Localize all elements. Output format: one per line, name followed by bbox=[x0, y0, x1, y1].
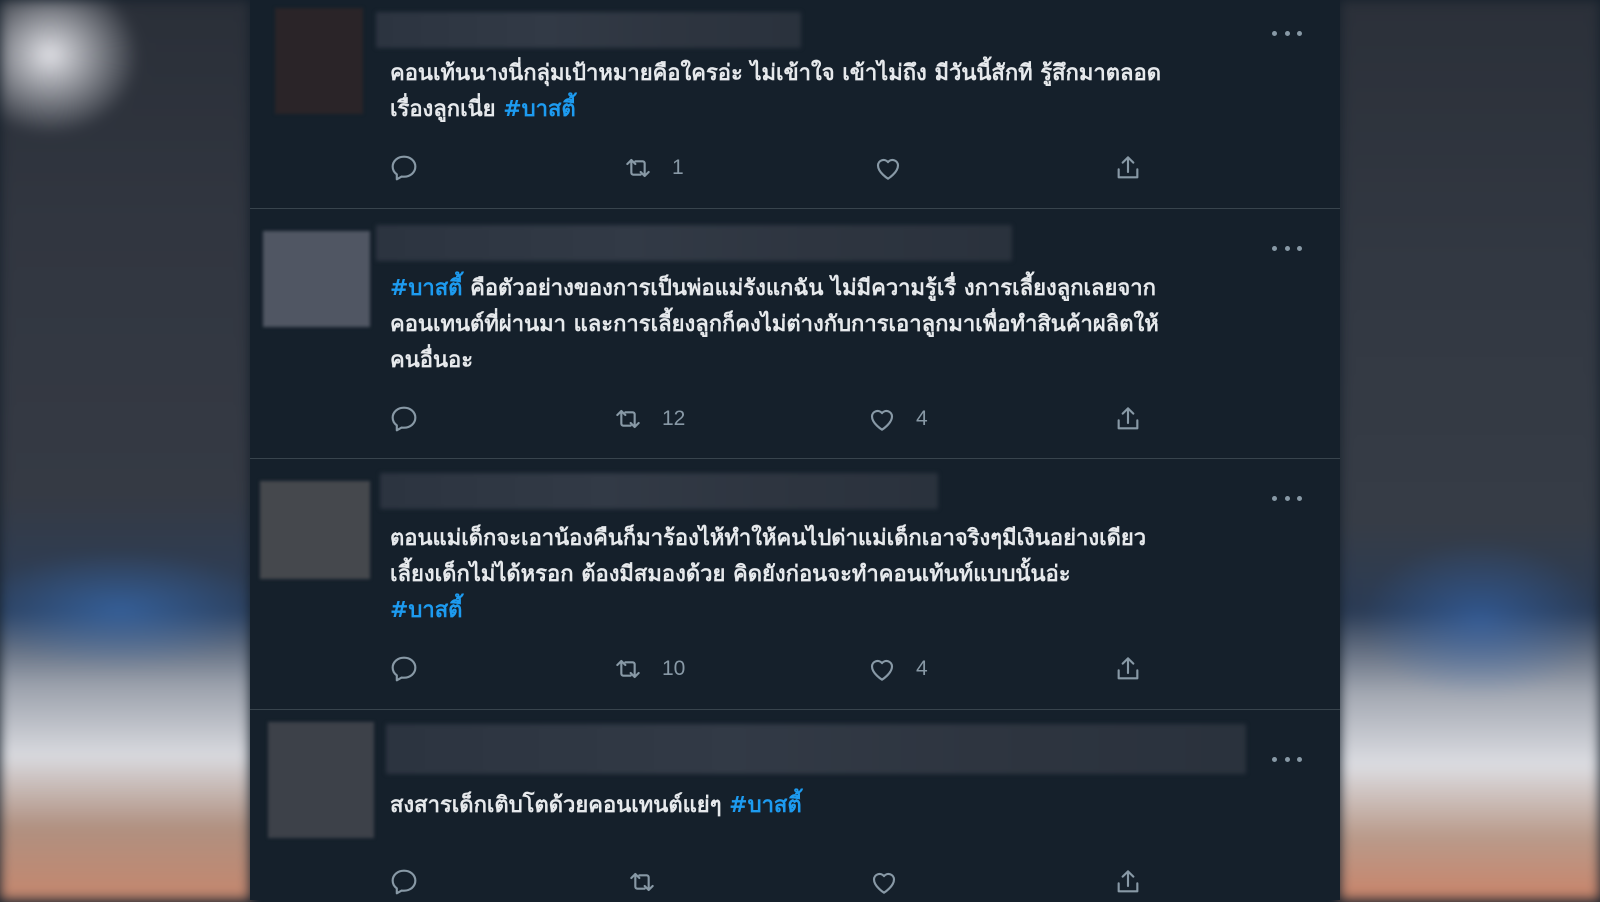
heart-icon bbox=[870, 659, 894, 681]
reply-button[interactable] bbox=[388, 862, 420, 902]
tweet-actions: 10 4 bbox=[390, 649, 1190, 689]
author-name-redacted[interactable] bbox=[386, 724, 1246, 774]
retweet-icon bbox=[626, 158, 650, 178]
retweet-count: 10 bbox=[662, 657, 686, 680]
author-name-redacted[interactable] bbox=[376, 12, 801, 48]
share-button[interactable] bbox=[1112, 649, 1144, 689]
author-name-redacted[interactable] bbox=[376, 225, 1012, 261]
like-button[interactable] bbox=[872, 148, 922, 188]
tweet-text: สงสารเด็กเติบโตด้วยคอนเทนต์แย่ๆ #บาสตี้ bbox=[390, 788, 1310, 824]
avatar[interactable] bbox=[260, 481, 370, 579]
reply-button[interactable] bbox=[388, 649, 420, 689]
retweet-icon bbox=[630, 872, 654, 892]
heart-icon bbox=[872, 872, 896, 894]
more-options-icon[interactable] bbox=[1272, 243, 1302, 253]
retweet-button[interactable]: 10 bbox=[612, 649, 685, 689]
share-button[interactable] bbox=[1112, 399, 1144, 439]
tweet-actions bbox=[390, 862, 1190, 902]
reply-icon bbox=[391, 406, 417, 432]
like-count: 4 bbox=[916, 407, 928, 430]
like-button[interactable]: 4 bbox=[866, 649, 928, 689]
more-options-icon[interactable] bbox=[1272, 493, 1302, 503]
retweet-button[interactable]: 12 bbox=[612, 399, 685, 439]
like-count: 4 bbox=[916, 657, 928, 680]
retweet-button[interactable] bbox=[626, 862, 676, 902]
retweet-button[interactable]: 1 bbox=[622, 148, 684, 188]
avatar[interactable] bbox=[268, 722, 374, 838]
blurred-backdrop-right bbox=[1340, 0, 1600, 900]
hashtag-link[interactable]: #บาสตี้ bbox=[503, 97, 575, 122]
more-options-icon[interactable] bbox=[1272, 28, 1302, 38]
reply-icon bbox=[391, 155, 417, 181]
tweet-2[interactable]: #บาสตี้ คือตัวอย่างของการเป็นพ่อแม่รังแก… bbox=[250, 209, 1340, 459]
reply-button[interactable] bbox=[388, 148, 420, 188]
hashtag-link[interactable]: #บาสตี้ bbox=[729, 793, 801, 818]
share-button[interactable] bbox=[1112, 862, 1144, 902]
reply-icon bbox=[391, 869, 417, 895]
share-icon bbox=[1117, 657, 1139, 680]
tweet-feed: คอนเท้นนางนี่กลุ่มเป้าหมายคือใครอ่ะ ไม่เ… bbox=[250, 0, 1340, 900]
tweet-1[interactable]: คอนเท้นนางนี่กลุ่มเป้าหมายคือใครอ่ะ ไม่เ… bbox=[250, 0, 1340, 209]
avatar[interactable] bbox=[263, 231, 370, 327]
share-icon bbox=[1117, 407, 1139, 430]
tweet-actions: 12 4 bbox=[390, 399, 1190, 439]
tweet-text: คอนเท้นนางนี่กลุ่มเป้าหมายคือใครอ่ะ ไม่เ… bbox=[390, 56, 1310, 128]
reply-button[interactable] bbox=[388, 399, 420, 439]
author-name-redacted[interactable] bbox=[380, 473, 938, 509]
heart-icon bbox=[876, 158, 900, 180]
tweet-3[interactable]: ตอนแม่เด็กจะเอาน้องคืนก็มาร้องไห้ทำให้คน… bbox=[250, 459, 1340, 710]
tweet-4[interactable]: สงสารเด็กเติบโตด้วยคอนเทนต์แย่ๆ #บาสตี้ bbox=[250, 710, 1340, 900]
retweet-icon bbox=[616, 659, 640, 679]
more-options-icon[interactable] bbox=[1272, 754, 1302, 764]
share-button[interactable] bbox=[1112, 148, 1144, 188]
tweet-text-body: สงสารเด็กเติบโตด้วยคอนเทนต์แย่ๆ bbox=[390, 793, 730, 818]
share-icon bbox=[1117, 156, 1139, 179]
hashtag-link[interactable]: #บาสตี้ bbox=[390, 598, 462, 623]
like-button[interactable]: 4 bbox=[866, 399, 928, 439]
heart-icon bbox=[870, 409, 894, 431]
hashtag-link[interactable]: #บาสตี้ bbox=[390, 276, 462, 301]
retweet-icon bbox=[616, 409, 640, 429]
blurred-backdrop-left bbox=[0, 0, 250, 900]
retweet-count: 12 bbox=[662, 407, 686, 430]
share-icon bbox=[1117, 870, 1139, 893]
tweet-text: ตอนแม่เด็กจะเอาน้องคืนก็มาร้องไห้ทำให้คน… bbox=[390, 521, 1310, 629]
tweet-text: #บาสตี้ คือตัวอย่างของการเป็นพ่อแม่รังแก… bbox=[390, 271, 1310, 379]
reply-icon bbox=[391, 656, 417, 682]
tweet-text-body: ตอนแม่เด็กจะเอาน้องคืนก็มาร้องไห้ทำให้คน… bbox=[390, 526, 1147, 587]
tweet-actions: 1 bbox=[390, 148, 1190, 188]
avatar[interactable] bbox=[275, 8, 363, 114]
retweet-count: 1 bbox=[672, 156, 684, 179]
tweet-text-tail: คือตัวอย่างของการเป็นพ่อแม่รังแกฉัน ไม่ม… bbox=[390, 276, 1159, 373]
like-button[interactable] bbox=[868, 862, 918, 902]
